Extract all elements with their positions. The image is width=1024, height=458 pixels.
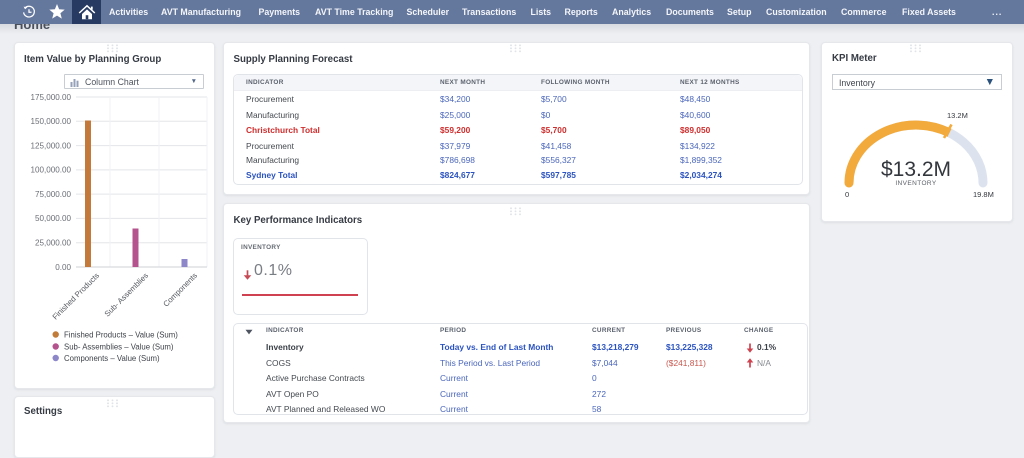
svg-text:75,000.00: 75,000.00: [35, 190, 72, 199]
svg-text:Finished Products – Value (Sum: Finished Products – Value (Sum): [64, 330, 178, 339]
svg-text:Finished Products: Finished Products: [51, 271, 102, 322]
svg-text:175,000.00: 175,000.00: [30, 93, 71, 102]
svg-text:125,000.00: 125,000.00: [30, 141, 71, 150]
svg-text:50,000.00: 50,000.00: [35, 214, 72, 223]
svg-text:150,000.00: 150,000.00: [30, 117, 71, 126]
svg-text:Sub- Assemblies – Value (Sum): Sub- Assemblies – Value (Sum): [64, 342, 174, 351]
svg-text:Components – Value (Sum): Components – Value (Sum): [64, 354, 160, 363]
svg-text:Sub- Assemblies: Sub- Assemblies: [103, 271, 150, 318]
svg-text:Components: Components: [161, 271, 199, 309]
svg-text:0.00: 0.00: [55, 263, 71, 272]
svg-text:25,000.00: 25,000.00: [35, 239, 72, 248]
svg-text:100,000.00: 100,000.00: [30, 166, 71, 175]
